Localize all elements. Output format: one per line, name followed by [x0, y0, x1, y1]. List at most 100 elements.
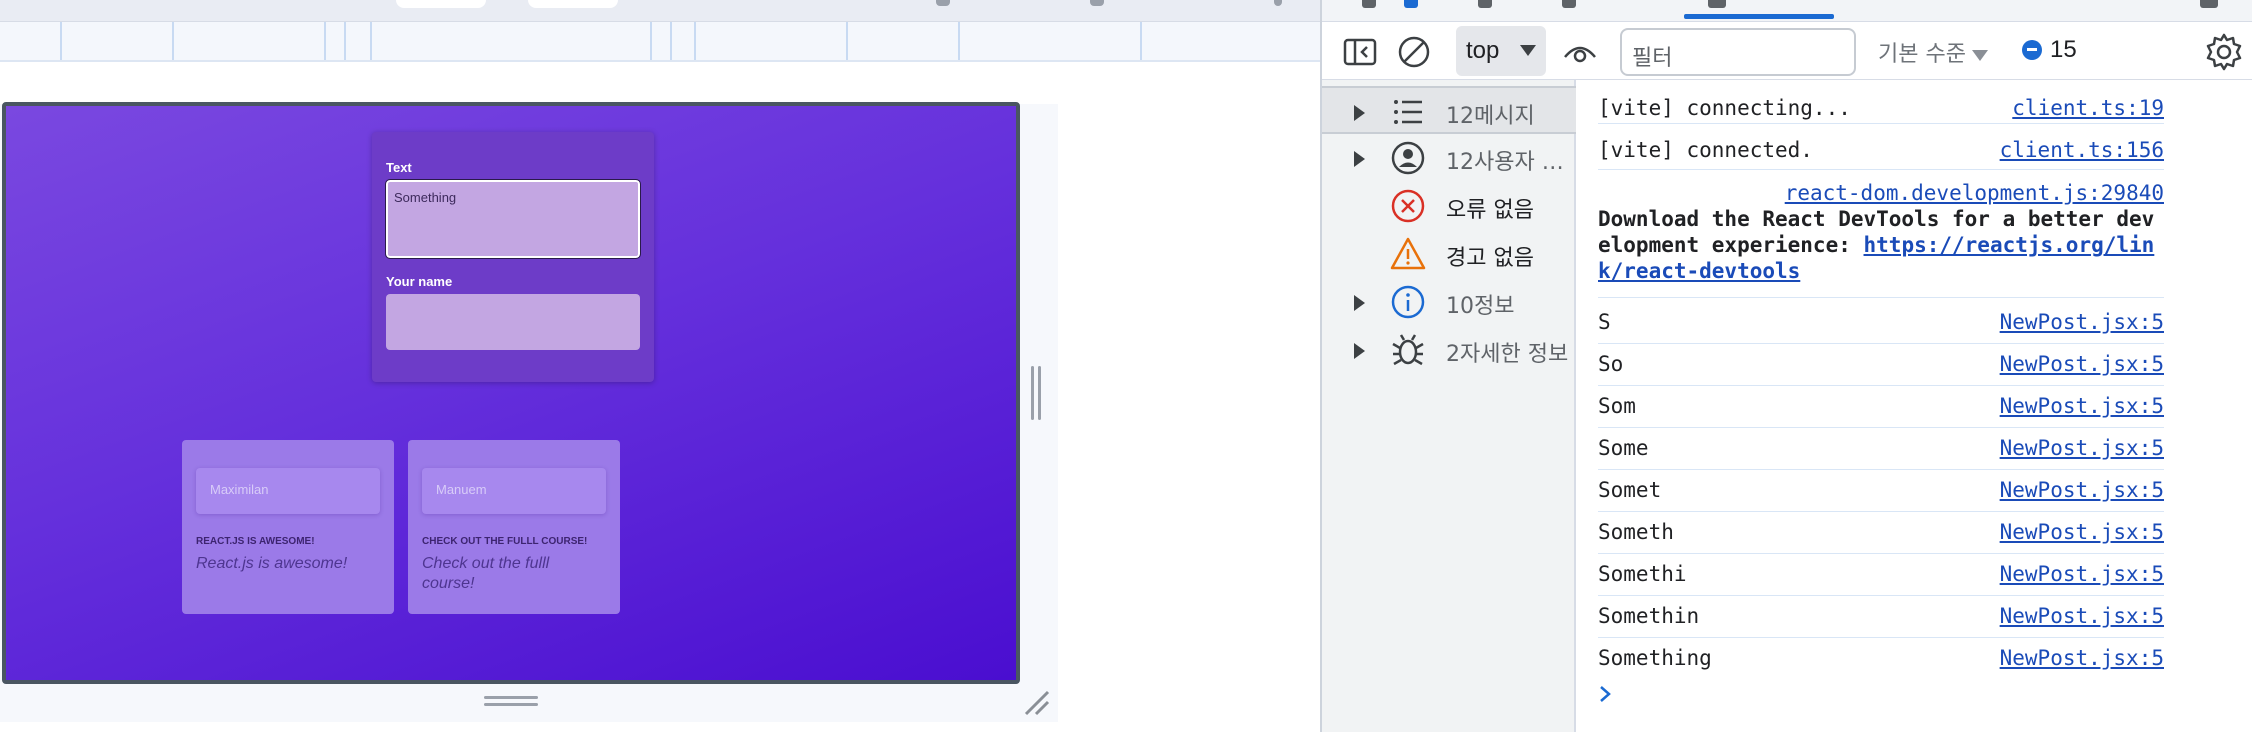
post-author: Maximilan: [196, 468, 380, 514]
console-message-text: Some: [1598, 436, 1649, 460]
tab-stub-icon[interactable]: [1562, 0, 1576, 8]
ruler-marker[interactable]: [1140, 22, 1142, 60]
console-message-react-devtools: react-dom.development.js:29840 Download …: [1598, 180, 2164, 298]
ruler-marker[interactable]: [650, 22, 652, 60]
post-title: REACT.JS IS AWESOME!: [196, 536, 315, 547]
devtools-panel: top 필터 기본 수준 15 12메시지 12사용자 … 오류 없음 경고 없…: [1320, 0, 2252, 732]
ruler-marker[interactable]: [172, 22, 174, 60]
console-source-link[interactable]: NewPost.jsx:5: [2000, 604, 2164, 628]
post-title: CHECK OUT THE FULLL COURSE!: [422, 536, 588, 547]
clear-console-icon[interactable]: [1396, 34, 1432, 70]
toolbar-chip[interactable]: [396, 0, 486, 8]
console-message: Something NewPost.jsx:5: [1598, 638, 2164, 680]
console-source-link[interactable]: NewPost.jsx:5: [2000, 562, 2164, 586]
ruler-marker[interactable]: [958, 22, 960, 60]
console-filter-input[interactable]: 필터: [1620, 28, 1856, 76]
sidebar-toggle-icon[interactable]: [1342, 34, 1378, 70]
ruler-marker[interactable]: [370, 22, 372, 60]
console-source-link[interactable]: react-dom.development.js:29840: [1785, 180, 2164, 206]
viewport-width-resize-handle[interactable]: [1031, 366, 1043, 420]
console-message-text: Som: [1598, 394, 1636, 418]
post-body: Check out the fulll course!: [422, 555, 550, 592]
post-body: React.js is awesome!: [196, 555, 348, 572]
console-message-text: Something: [1598, 646, 1712, 670]
tab-stub-icon[interactable]: [1708, 0, 1726, 8]
toolbar-stub-icon[interactable]: [936, 0, 950, 6]
console-prompt-icon[interactable]: [1596, 684, 1616, 704]
media-query-ruler[interactable]: [0, 22, 1320, 62]
issues-counter[interactable]: 15: [2022, 36, 2077, 64]
sidebar-item-messages[interactable]: 12메시지: [1322, 86, 1576, 134]
new-post-form: Text Something Your name: [372, 132, 654, 382]
sidebar-item-errors[interactable]: 오류 없음: [1322, 182, 1576, 230]
browser-top-strip: [0, 0, 1320, 22]
console-source-link[interactable]: NewPost.jsx:5: [2000, 520, 2164, 544]
sidebar-item-user-messages[interactable]: 12사용자 …: [1322, 134, 1576, 182]
text-textarea[interactable]: Something: [385, 179, 641, 259]
console-source-link[interactable]: NewPost.jsx:5: [2000, 394, 2164, 418]
ruler-marker[interactable]: [344, 22, 346, 60]
list-icon: [1394, 100, 1422, 124]
console-source-link[interactable]: NewPost.jsx:5: [2000, 352, 2164, 376]
console-message-text: Somethi: [1598, 562, 1687, 586]
name-label: Your name: [386, 274, 453, 289]
console-message: Somet NewPost.jsx:5: [1598, 470, 2164, 512]
console-source-link[interactable]: NewPost.jsx:5: [2000, 646, 2164, 670]
console-message-text: Someth: [1598, 520, 1674, 544]
console-sidebar: 12메시지 12사용자 … 오류 없음 경고 없음 10정보 2자세한 정보: [1322, 80, 1576, 732]
ruler-marker[interactable]: [324, 22, 326, 60]
console-source-link[interactable]: NewPost.jsx:5: [2000, 310, 2164, 334]
expand-triangle-icon[interactable]: [1354, 105, 1365, 121]
sidebar-item-label: 2자세한 정보: [1446, 342, 1569, 367]
ruler-marker[interactable]: [694, 22, 696, 60]
react-app: Text Something Your name Maximilan REACT…: [2, 102, 1020, 684]
tab-stub-icon[interactable]: [2200, 0, 2218, 8]
console-source-link[interactable]: client.ts:19: [2012, 96, 2164, 120]
live-expression-icon[interactable]: [1562, 34, 1598, 70]
sidebar-item-verbose[interactable]: 2자세한 정보: [1322, 326, 1576, 374]
console-message: [vite] connected. client.ts:156: [1598, 138, 2164, 170]
device-toolbar-icon[interactable]: [1404, 0, 1418, 8]
sidebar-item-warnings[interactable]: 경고 없음: [1322, 230, 1576, 278]
log-levels-dropdown[interactable]: 기본 수준: [1878, 36, 1988, 68]
error-icon: [1391, 189, 1425, 223]
console-message: [vite] connecting... client.ts:19: [1598, 96, 2164, 124]
console-message-text: [vite] connecting...: [1598, 96, 1851, 120]
inspect-icon[interactable]: [1362, 0, 1376, 8]
ruler-marker[interactable]: [670, 22, 672, 60]
expand-triangle-icon[interactable]: [1354, 151, 1365, 167]
console-message-text: Download the React DevTools for a better…: [1598, 206, 2164, 284]
toolbar-stub-icon[interactable]: [1090, 0, 1104, 6]
viewport-height-resize-handle[interactable]: [484, 696, 538, 708]
console-toolbar: top 필터 기본 수준 15: [1322, 22, 2252, 80]
toolbar-chip[interactable]: [528, 0, 618, 8]
sidebar-item-info[interactable]: 10정보: [1322, 278, 1576, 326]
gear-icon[interactable]: [2204, 32, 2244, 72]
console-source-link[interactable]: NewPost.jsx:5: [2000, 478, 2164, 502]
info-icon: [1391, 285, 1425, 319]
text-label: Text: [386, 160, 412, 175]
name-input[interactable]: [386, 294, 640, 350]
corner-resize-icon[interactable]: [1022, 688, 1050, 716]
tab-stub-icon[interactable]: [1478, 0, 1492, 8]
console-message-text: Somet: [1598, 478, 1662, 502]
console-message: S NewPost.jsx:5: [1598, 302, 2164, 344]
ruler-marker[interactable]: [60, 22, 62, 60]
context-selector[interactable]: top: [1456, 26, 1546, 76]
post-card[interactable]: Manuem CHECK OUT THE FULLL COURSE! Check…: [408, 440, 620, 614]
expand-triangle-icon[interactable]: [1354, 343, 1365, 359]
console-message: Some NewPost.jsx:5: [1598, 428, 2164, 470]
issues-count: 15: [2050, 36, 2077, 63]
console-source-link[interactable]: client.ts:156: [2000, 138, 2164, 162]
console-output: [vite] connecting... client.ts:19 [vite]…: [1578, 80, 2252, 732]
post-card[interactable]: Maximilan REACT.JS IS AWESOME! React.js …: [182, 440, 394, 614]
console-message: Somethin NewPost.jsx:5: [1598, 596, 2164, 638]
console-source-link[interactable]: NewPost.jsx:5: [2000, 436, 2164, 460]
warning-icon: [1390, 237, 1426, 270]
console-message-text: So: [1598, 352, 1624, 376]
tab-console-active-indicator[interactable]: [1684, 14, 1834, 19]
browser-viewport: Text Something Your name Maximilan REACT…: [0, 0, 1320, 732]
ruler-marker[interactable]: [846, 22, 848, 60]
expand-triangle-icon[interactable]: [1354, 295, 1365, 311]
more-icon[interactable]: [1274, 0, 1282, 6]
